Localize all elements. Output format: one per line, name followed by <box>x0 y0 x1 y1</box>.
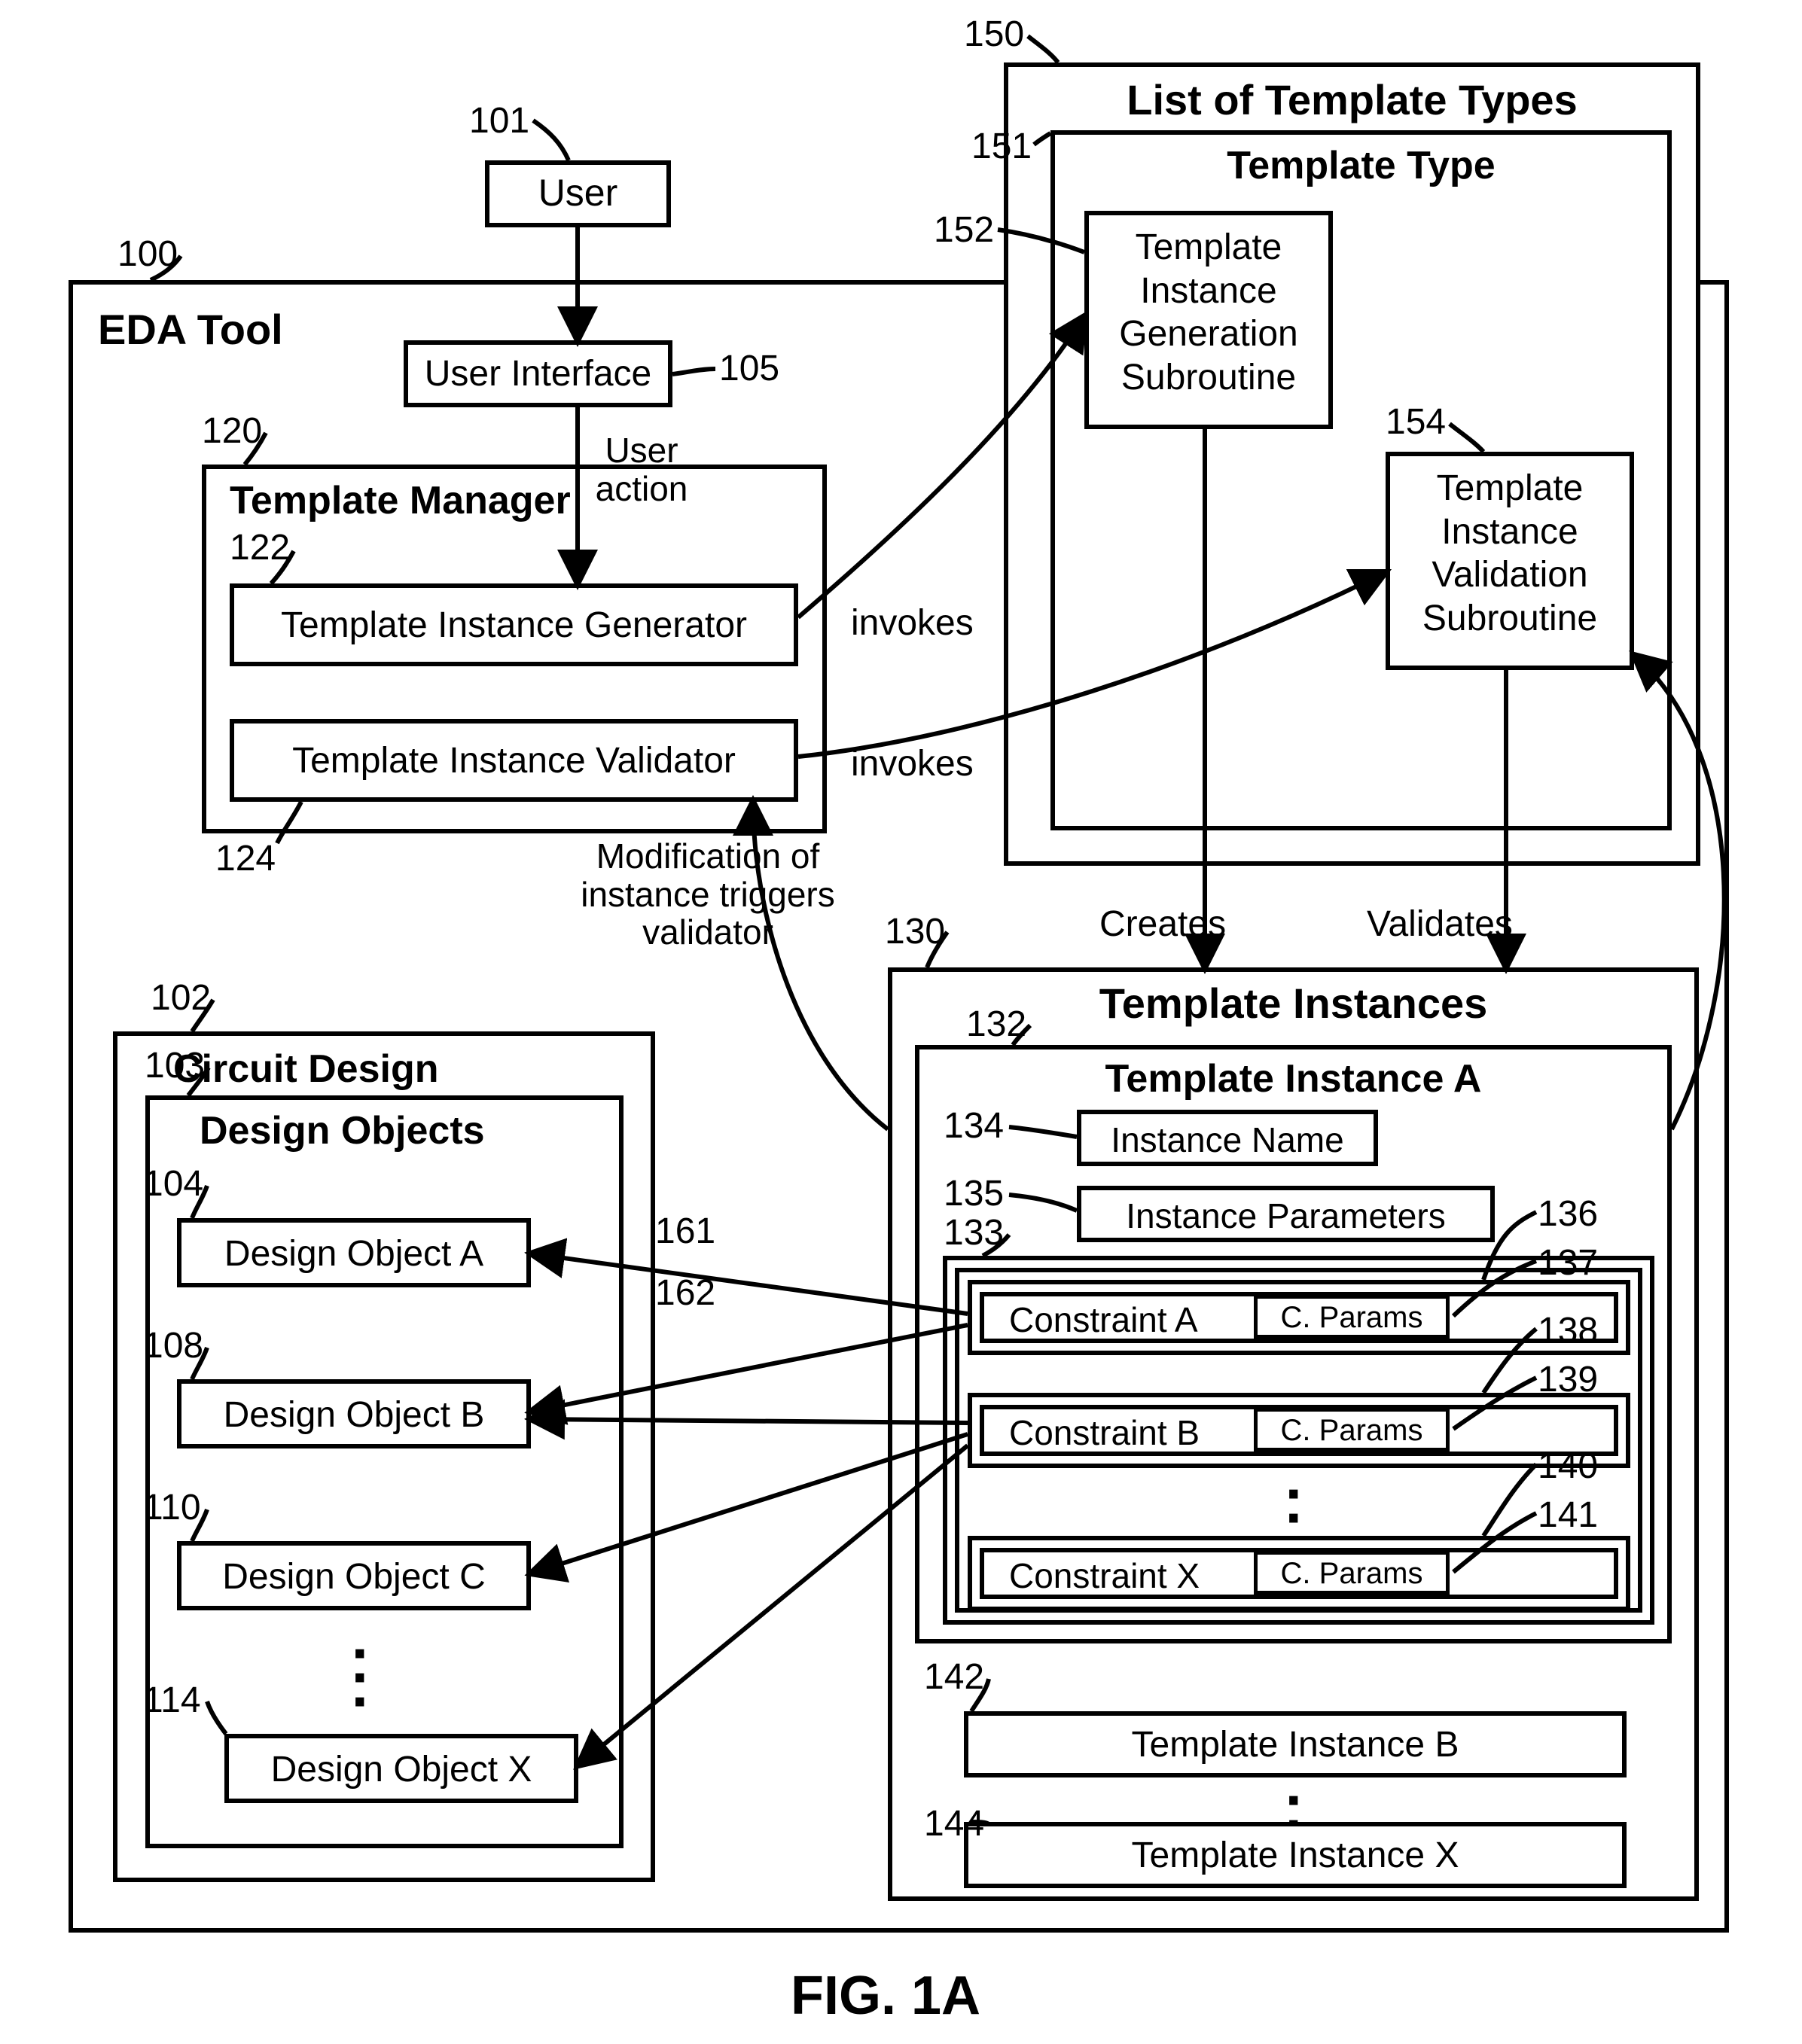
template-instance-b-label: Template Instance B <box>964 1724 1627 1765</box>
ref-124: 124 <box>215 838 276 879</box>
ref-102: 102 <box>151 977 211 1019</box>
ref-114: 114 <box>143 1680 201 1721</box>
mod-trigger-label: Modification of instance triggers valida… <box>557 837 858 952</box>
ref-122: 122 <box>230 527 290 568</box>
instance-name-label: Instance Name <box>1077 1119 1378 1160</box>
ellipsis-design-objects: ··· <box>339 1641 384 1713</box>
design-object-b-label: Design Object B <box>177 1394 531 1436</box>
ref-139: 139 <box>1538 1359 1598 1400</box>
instance-params-label: Instance Parameters <box>1077 1196 1495 1236</box>
ref-133: 133 <box>944 1212 1004 1254</box>
ref-137: 137 <box>1538 1242 1598 1284</box>
invokes1-label: invokes <box>851 602 974 644</box>
ref-100: 100 <box>117 233 178 275</box>
design-object-a-label: Design Object A <box>177 1233 531 1275</box>
ref-136: 136 <box>1538 1193 1598 1235</box>
constraint-x-params-label: C. Params <box>1254 1557 1450 1591</box>
ref-110: 110 <box>143 1487 201 1528</box>
ref-135: 135 <box>944 1173 1004 1214</box>
design-object-x-label: Design Object X <box>224 1749 578 1790</box>
template-manager-title: Template Manager <box>230 478 571 523</box>
design-object-c-label: Design Object C <box>177 1556 531 1598</box>
template-instance-x-label: Template Instance X <box>964 1835 1627 1876</box>
template-type-title: Template Type <box>1050 143 1672 188</box>
ref-152: 152 <box>934 209 994 251</box>
ref-142: 142 <box>924 1656 984 1698</box>
constraint-a-label: Constraint A <box>1009 1299 1198 1340</box>
constraint-b-params-label: C. Params <box>1254 1414 1450 1448</box>
ref-161: 161 <box>655 1211 715 1252</box>
constraint-b-label: Constraint B <box>1009 1412 1200 1453</box>
ref-151: 151 <box>971 126 1032 167</box>
ref-141b: 141 <box>1538 1494 1598 1536</box>
user-label: User <box>485 171 671 215</box>
ref-144: 144 <box>924 1803 984 1844</box>
ref-138: 138 <box>1538 1310 1598 1351</box>
ref-150: 150 <box>964 14 1024 55</box>
val-subroutine-label: Template Instance Validation Subroutine <box>1386 467 1634 640</box>
creates-label: Creates <box>1099 903 1226 945</box>
circuit-design-title: Circuit Design <box>173 1046 439 1092</box>
ref-140: 140 <box>1538 1445 1598 1487</box>
invokes2-label: invokes <box>851 743 974 784</box>
constraint-x-label: Constraint X <box>1009 1555 1200 1596</box>
template-instance-a-title: Template Instance A <box>915 1056 1672 1101</box>
ref-154: 154 <box>1386 401 1446 443</box>
template-instance-generator-label: Template Instance Generator <box>230 605 798 646</box>
ref-120: 120 <box>202 410 262 452</box>
ref-130: 130 <box>885 911 945 952</box>
diagram-canvas: User EDA Tool User Interface Template Ma… <box>0 0 1802 2044</box>
figure-title: FIG. 1A <box>791 1965 980 2027</box>
ref-108: 108 <box>143 1325 203 1366</box>
ref-132: 132 <box>966 1004 1026 1045</box>
gen-subroutine-label: Template Instance Generation Subroutine <box>1084 226 1333 399</box>
eda-tool-title: EDA Tool <box>98 305 283 354</box>
user-action-label: User action <box>581 431 702 507</box>
design-objects-title: Design Objects <box>200 1108 485 1153</box>
ref-162: 162 <box>655 1272 715 1314</box>
ref-101: 101 <box>469 100 529 142</box>
ref-134: 134 <box>944 1105 1004 1147</box>
validates-label: Validates <box>1367 903 1513 945</box>
ref-104: 104 <box>143 1163 203 1205</box>
template-instance-validator-label: Template Instance Validator <box>230 740 798 781</box>
list-template-types-title: List of Template Types <box>1004 75 1700 124</box>
ref-105: 105 <box>719 348 779 389</box>
ref-103: 103 <box>145 1045 205 1086</box>
user-interface-label: User Interface <box>404 353 672 394</box>
constraint-a-params-label: C. Params <box>1254 1301 1450 1335</box>
